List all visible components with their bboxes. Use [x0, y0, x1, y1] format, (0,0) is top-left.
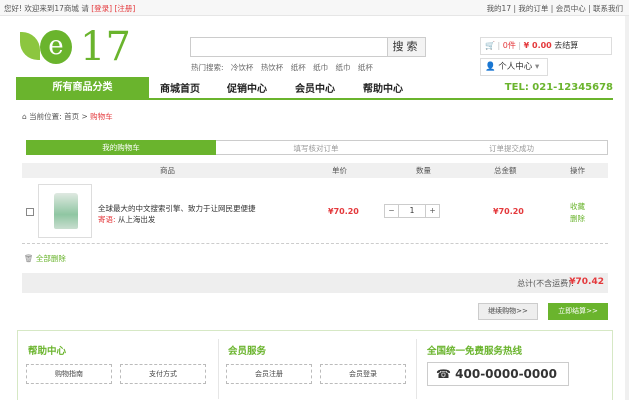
user-center-label: 个人中心: [498, 62, 533, 72]
mini-cart[interactable]: 🛒 | 0件 | ¥ 0.00 去结算: [480, 37, 612, 55]
search-button[interactable]: 搜索: [388, 37, 426, 57]
continue-shopping-button[interactable]: 继续购物>>: [478, 303, 538, 320]
quantity-stepper: − 1 +: [384, 204, 440, 218]
register-link[interactable]: [注册]: [114, 4, 135, 13]
delete-all-button[interactable]: 🗑 全部删除: [24, 253, 66, 264]
user-icon: 👤: [485, 62, 496, 72]
welcome-text: 您好! 欢迎来到17商城 请 [登录] [注册]: [4, 3, 135, 14]
header-price: 单价: [332, 166, 347, 175]
breadcrumb-current: 购物车: [90, 112, 113, 121]
trash-icon: 🗑: [24, 254, 34, 263]
step-cart: 我的购物车: [26, 140, 216, 155]
nav-help[interactable]: 帮助中心: [363, 80, 403, 95]
logo-leaf-icon: [20, 32, 40, 60]
cart-table-header: 商品 单价 数量 总金额 操作: [22, 163, 608, 178]
nav-promo[interactable]: 促销中心: [227, 80, 267, 95]
total-bar: 总计(不含运费): ¥70.42: [22, 273, 608, 293]
unit-price: ¥70.20: [328, 207, 359, 216]
member-title: 会员服务: [228, 346, 267, 357]
user-center-dropdown[interactable]: 👤 个人中心 ▾: [480, 58, 548, 76]
top-bar: 您好! 欢迎来到17商城 请 [登录] [注册] 我的17 | 我的订单 | 会…: [0, 0, 629, 16]
cart-icon: 🛒: [485, 41, 495, 50]
main-nav: 所有商品分类 商城首页 促销中心 会员中心 帮助中心 TEL: 021-1234…: [16, 77, 613, 100]
note-value: 从上海出发: [117, 215, 156, 224]
header-subtotal: 总金额: [494, 166, 517, 175]
product-image[interactable]: [38, 184, 92, 238]
hotline-number: 400-0000-0000: [455, 367, 557, 381]
header-action: 操作: [570, 166, 585, 175]
search-input[interactable]: [190, 37, 388, 57]
nav-member[interactable]: 会员中心: [295, 80, 335, 95]
row-checkbox[interactable]: [26, 208, 34, 216]
hotline-title: 全国统一免费服务热线: [427, 346, 523, 357]
top-links[interactable]: 我的17 | 我的订单 | 会员中心 | 联系我们: [487, 3, 623, 14]
member-login-link[interactable]: 会员登录: [320, 364, 406, 384]
cart-checkout-link[interactable]: 去结算: [554, 41, 578, 50]
qty-input[interactable]: 1: [399, 205, 425, 217]
home-icon: ⌂: [22, 112, 27, 121]
hot-search-word[interactable]: 纸杯: [358, 63, 373, 72]
total-value: ¥70.42: [569, 277, 604, 287]
nav-phone: TEL: 021-12345678: [504, 82, 613, 93]
hot-search-word[interactable]: 纸巾: [335, 63, 350, 72]
header-qty: 数量: [416, 166, 431, 175]
delete-link[interactable]: 删除: [570, 213, 585, 224]
table-row: 全球最大的中文搜索引擎、致力于让网民更便捷 寄语: 从上海出发 ¥70.20 −…: [22, 180, 608, 244]
hot-search-word[interactable]: 冷饮杯: [231, 63, 254, 72]
phone-icon: ☎: [436, 367, 451, 381]
hot-search-label: 热门搜索:: [191, 63, 224, 72]
logo-number[interactable]: 17: [80, 26, 131, 68]
scrollbar[interactable]: [625, 16, 629, 400]
chevron-down-icon: ▾: [535, 62, 540, 72]
checkout-button[interactable]: 立即结算>>: [548, 303, 608, 320]
step-confirm: 填写核对订单: [216, 140, 416, 155]
qty-minus-button[interactable]: −: [385, 205, 399, 217]
help-payment-link[interactable]: 支付方式: [120, 364, 206, 384]
step-success: 订单提交成功: [416, 140, 608, 155]
login-link[interactable]: [登录]: [91, 4, 112, 13]
product-name[interactable]: 全球最大的中文搜索引擎、致力于让网民更便捷: [98, 203, 256, 214]
hotline-box: ☎ 400-0000-0000: [427, 362, 569, 386]
hot-search-word[interactable]: 纸巾: [313, 63, 328, 72]
logo-letter[interactable]: e: [40, 30, 72, 64]
cart-count: 0件: [502, 41, 516, 50]
delete-all-label: 全部删除: [35, 254, 66, 263]
welcome-label: 您好! 欢迎来到17商城 请: [4, 4, 89, 13]
qty-plus-button[interactable]: +: [425, 205, 439, 217]
help-guide-link[interactable]: 购物指南: [26, 364, 112, 384]
footer-services: 帮助中心 购物指南 支付方式 会员服务 会员注册 会员登录 全国统一免费服务热线…: [17, 330, 613, 400]
hot-search: 热门搜索: 冷饮杯 热饮杯 纸杯 纸巾 纸巾 纸杯: [191, 62, 378, 73]
hot-search-word[interactable]: 热饮杯: [261, 63, 284, 72]
hot-search-word[interactable]: 纸杯: [291, 63, 306, 72]
all-categories-button[interactable]: 所有商品分类: [16, 77, 149, 98]
breadcrumb-prefix: 当前位置:: [29, 112, 62, 121]
note-label: 寄语:: [98, 215, 116, 224]
breadcrumb: ⌂ 当前位置: 首页 > 购物车: [22, 112, 113, 121]
header-product: 商品: [160, 166, 175, 175]
product-note: 寄语: 从上海出发: [98, 214, 155, 225]
total-label: 总计(不含运费):: [517, 279, 574, 288]
cart-amount: ¥ 0.00: [523, 41, 552, 50]
favorite-link[interactable]: 收藏: [570, 201, 585, 212]
member-register-link[interactable]: 会员注册: [226, 364, 312, 384]
help-title: 帮助中心: [28, 346, 67, 357]
nav-home[interactable]: 商城首页: [160, 80, 200, 95]
breadcrumb-home[interactable]: 首页: [64, 112, 79, 121]
row-subtotal: ¥70.20: [493, 207, 524, 216]
